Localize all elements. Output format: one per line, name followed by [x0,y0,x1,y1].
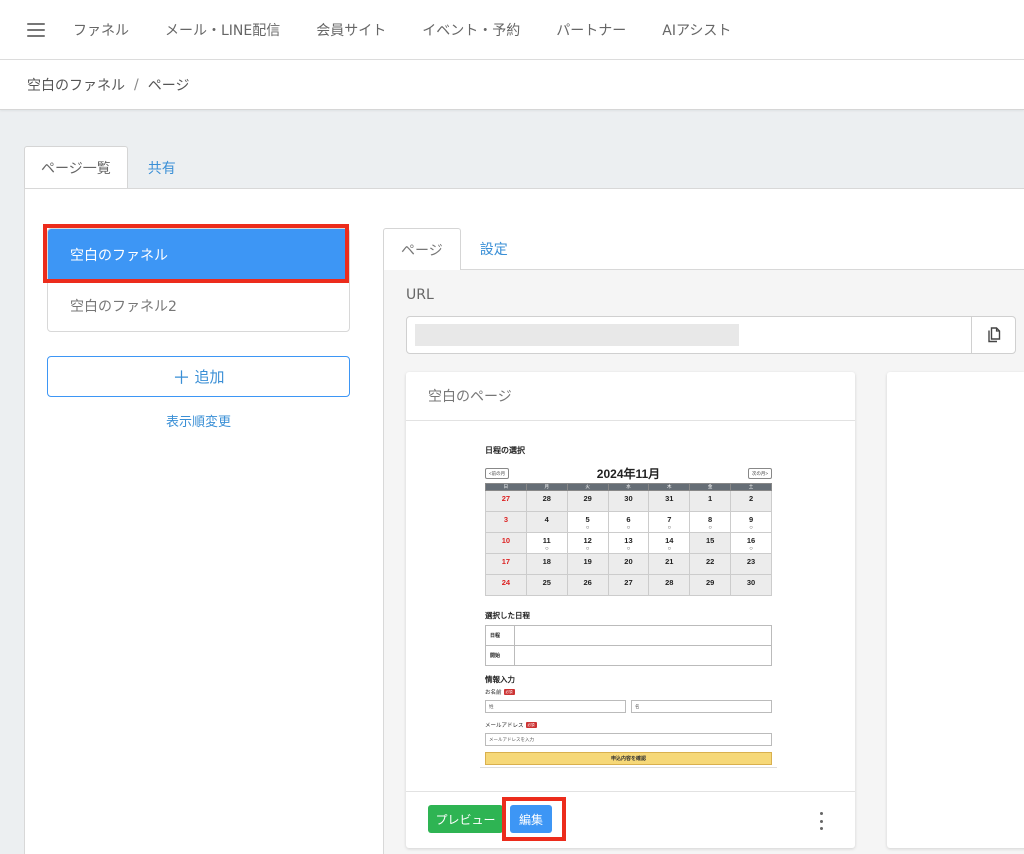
calendar-day: 31 [648,490,691,512]
thumb-sel-date-label: 日程 [485,625,515,646]
thumb-sel-time-value [514,645,772,666]
add-funnel-button[interactable]: ＋ 追加 [47,356,350,397]
thumb-title: 日程の選択 [485,446,525,455]
edit-button[interactable]: 編集 [510,805,552,833]
url-label: URL [406,287,434,303]
calendar-day: 12 ○ [566,532,609,554]
calendar-day: 30 [730,574,772,596]
thumb-calendar: 日 月 火 水 木 金 土 27 28 29 30 31 1 2 3 4 5 ○… [485,483,772,596]
calendar-day: 8 ○ [689,511,732,533]
funnel-item-selected[interactable]: 空白のファネル [48,229,349,280]
calendar-day: 20 [607,553,650,575]
menu-icon[interactable] [27,22,45,37]
calendar-day: 19 [566,553,609,575]
calendar-day: 21 [648,553,691,575]
weekday: 金 [689,483,732,491]
nav-item-mail-line[interactable]: メール・LINE配信 [165,20,280,40]
plus-icon: ＋ [172,367,191,389]
calendar-day: 29 [689,574,732,596]
thumb-email-input: メールアドレスを入力 [485,733,772,746]
thumb-email-label: メールアドレス 必須 [485,722,537,729]
weekday: 日 [485,483,527,491]
inner-tabs: ページ 設定 [383,228,527,270]
nav-item-member-site[interactable]: 会員サイト [316,20,386,40]
url-redacted [415,324,739,346]
breadcrumb: 空白のファネル / ページ [0,60,1024,110]
calendar-day: 3 [485,511,527,533]
weekday: 木 [648,483,691,491]
calendar-day: 13 ○ [607,532,650,554]
tab-settings[interactable]: 設定 [461,228,527,270]
page-thumbnail[interactable]: 日程の選択 2024年11月 <前の月 次の月> 日 月 火 水 木 金 土 2… [480,440,777,768]
thumb-selected-title: 選択した日程 [485,611,530,620]
page-card-next [887,372,1024,848]
calendar-day: 9 ○ [730,511,772,533]
thumb-first-name-input: 名 [631,700,772,713]
thumb-month: 2024年11月 [596,467,661,481]
calendar-day: 28 [525,490,568,512]
calendar-day: 28 [648,574,691,596]
tab-page-list[interactable]: ページ一覧 [24,146,128,189]
calendar-day: 10 [485,532,527,554]
nav-item-ai-assist[interactable]: AIアシスト [662,20,731,40]
calendar-day: 16 ○ [730,532,772,554]
weekday: 火 [566,483,609,491]
nav-item-event[interactable]: イベント・予約 [422,20,520,40]
calendar-day: 30 [607,490,650,512]
top-nav: ファネル メール・LINE配信 会員サイト イベント・予約 パートナー AIアシ… [0,0,1024,60]
thumb-selected-table: 日程 開始 [485,625,772,666]
calendar-day: 17 [485,553,527,575]
thumb-next-month: 次の月> [747,468,772,479]
thumb-submit-button: 申込内容を確認 [485,752,772,765]
tab-share[interactable]: 共有 [128,146,196,189]
calendar-day: 15 [689,532,732,554]
calendar-day: 24 [485,574,527,596]
thumb-last-name-input: 姓 [485,700,626,713]
outer-tabs: ページ一覧 共有 [24,146,196,189]
thumb-name-label: お名前 必須 [485,689,515,696]
breadcrumb-root[interactable]: 空白のファネル [27,75,125,95]
preview-button[interactable]: プレビュー [428,805,503,833]
nav-item-partner[interactable]: パートナー [556,20,626,40]
calendar-day: 1 [689,490,732,512]
nav-item-funnel[interactable]: ファネル [73,20,129,40]
thumb-sel-time-label: 開始 [485,645,515,666]
reorder-link[interactable]: 表示順変更 [47,411,350,430]
funnel-item[interactable]: 空白のファネル2 [48,280,349,331]
weekday: 月 [525,483,568,491]
add-label: 追加 [194,368,225,386]
thumb-prev-month: <前の月 [485,468,510,479]
calendar-day: 26 [566,574,609,596]
more-vert-icon[interactable] [814,812,828,830]
breadcrumb-current: ページ [147,77,190,94]
weekday: 水 [607,483,650,491]
calendar-day: 5 ○ [566,511,609,533]
calendar-day: 4 [525,511,568,533]
copy-icon [987,326,1000,342]
required-badge: 必須 [525,722,537,728]
tab-page[interactable]: ページ [383,228,461,270]
calendar-day: 27 [607,574,650,596]
calendar-day: 18 [525,553,568,575]
copy-button[interactable] [971,316,1016,354]
url-field[interactable] [406,316,972,354]
funnel-list: 空白のファネル 空白のファネル2 [47,228,350,332]
thumb-info-title: 情報入力 [485,675,515,684]
calendar-day: 29 [566,490,609,512]
calendar-day: 25 [525,574,568,596]
required-badge: 必須 [503,689,515,695]
calendar-day: 6 ○ [607,511,650,533]
calendar-day: 23 [730,553,772,575]
page-card-title: 空白のページ [406,372,855,421]
calendar-day: 7 ○ [648,511,691,533]
calendar-day: 27 [485,490,527,512]
breadcrumb-separator: / [134,76,139,93]
calendar-day: 14 ○ [648,532,691,554]
calendar-day: 22 [689,553,732,575]
thumb-sel-date-value [514,625,772,646]
weekday: 土 [730,483,772,491]
calendar-day: 2 [730,490,772,512]
calendar-day: 11 ○ [525,532,568,554]
